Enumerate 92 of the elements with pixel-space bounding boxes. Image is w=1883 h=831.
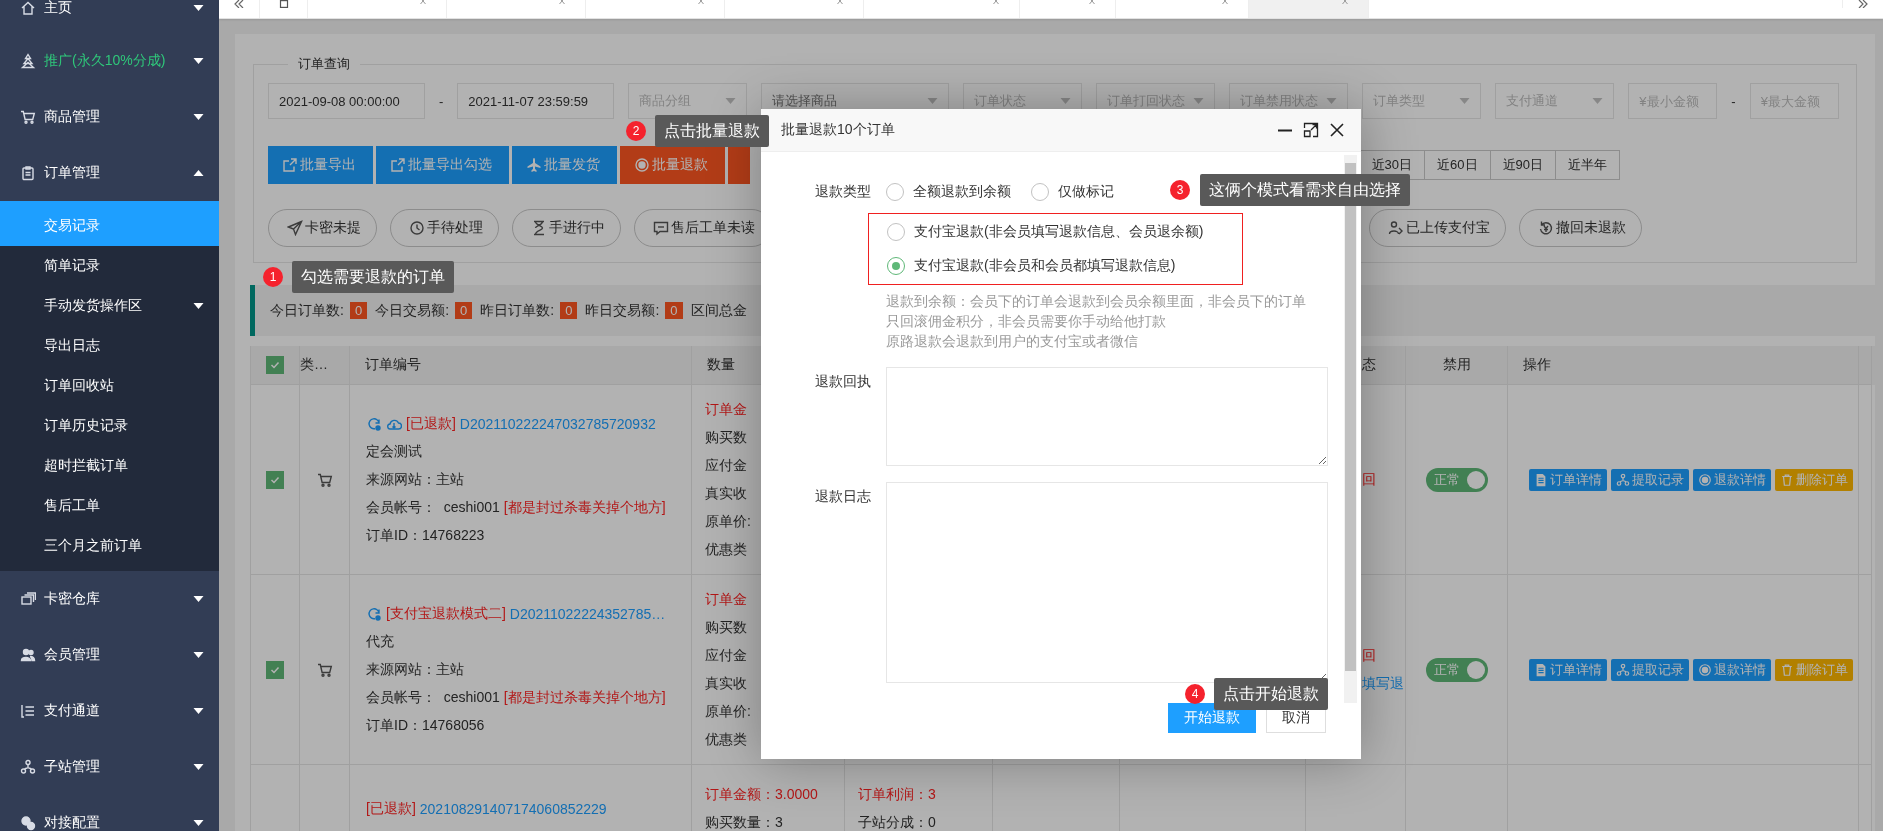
sidebar-subitem[interactable]: 超时拦截订单 xyxy=(0,446,219,486)
sidebar-item[interactable]: 卡密仓库 xyxy=(0,571,219,627)
member-account: 会员帐号： ceshi001 xyxy=(366,498,500,517)
order-id: 订单ID：14768056 xyxy=(366,716,485,735)
stat-label: 区间总金 xyxy=(690,301,747,320)
field-label: 退款日志 xyxy=(814,487,872,506)
radio-option[interactable]: 支付宝退款(非会员填写退款信息、会员退余额) xyxy=(887,218,1242,246)
tooltip: 点击批量退款 xyxy=(655,115,769,147)
sidebar-item[interactable]: 会员管理 xyxy=(0,627,219,683)
amount-text: 真实收 xyxy=(705,674,747,693)
status-text: 填写退 xyxy=(1362,674,1404,693)
amount-text: 应付金 xyxy=(705,646,747,665)
sidebar-subitem[interactable]: 订单历史记录 xyxy=(0,406,219,446)
sidebar-subitem[interactable]: 三个月之前订单 xyxy=(0,526,219,566)
date-field[interactable]: 2021-11-07 23:59:59 xyxy=(457,83,615,119)
column-header: 类… xyxy=(300,356,329,374)
column-header: 操作 xyxy=(1523,356,1552,374)
status-tag: [已退款] xyxy=(406,414,456,433)
stat-label: 今日订单数: xyxy=(270,301,344,320)
stat-label: 昨日订单数: xyxy=(480,301,555,320)
product-name: 代充 xyxy=(366,632,394,651)
profit-text: 订单利润：3 xyxy=(858,786,936,804)
hint-text: 退款到余额：会员下的订单会退款到会员余额里面，非会员下的订单 xyxy=(886,292,1307,311)
range-dash: - xyxy=(439,93,444,109)
order-id: 订单ID：14768223 xyxy=(366,526,485,545)
profit-text: 子站分成：0 xyxy=(858,814,936,831)
amount-text: 真实收 xyxy=(705,484,747,503)
sidebar-item[interactable]: 订单管理 xyxy=(0,145,219,201)
count-badge: 0 xyxy=(560,302,578,319)
filter-chip[interactable]: 已上传支付宝 xyxy=(1369,209,1506,247)
amount-text: 应付金 xyxy=(705,456,747,475)
date-range-button[interactable]: 近60日 xyxy=(1424,150,1491,180)
amount-text: 购买数 xyxy=(705,618,747,637)
amount-text: 购买数 xyxy=(705,428,747,447)
sidebar-subitem[interactable]: 简单记录 xyxy=(0,246,219,286)
source-site: 来源网站：主站 xyxy=(366,660,464,679)
amount-text: 订单金 xyxy=(705,400,747,419)
status-text: 回 xyxy=(1362,470,1376,489)
count-badge: 0 xyxy=(349,302,368,319)
panel-title: 订单查询 xyxy=(297,55,351,73)
date-range-button[interactable]: 近90日 xyxy=(1489,150,1556,180)
filter-chip[interactable]: 手待处理 xyxy=(390,209,499,247)
product-name: 定会测试 xyxy=(366,442,422,461)
hint-text: 原路退款会退款到用户的支付宝或者微信 xyxy=(886,332,1139,351)
amount-text: 原单价: xyxy=(705,702,751,721)
status-tag: [支付宝退款模式二] xyxy=(386,604,506,623)
column-header: 数量 xyxy=(707,356,736,374)
sidebar-item[interactable]: 对接配置 xyxy=(0,795,219,831)
sidebar-item[interactable]: 子站管理 xyxy=(0,739,219,795)
member-note: [都是封过杀毒关掉个地方] xyxy=(503,498,666,517)
amount-text: 订单金额：3.0000 xyxy=(705,786,818,804)
column-header: 禁用 xyxy=(1442,356,1471,374)
radio-option[interactable]: 仅做标记 xyxy=(1031,183,1114,201)
hint-text: 只回滚佣金积分，非会员需要你手动给他打款 xyxy=(886,312,1167,331)
amount-text: 购买数量：3 xyxy=(705,814,783,831)
member-account: 会员帐号： ceshi001 xyxy=(366,688,500,707)
member-note: [都是封过杀毒关掉个地方] xyxy=(503,688,666,707)
amount-text: 优惠类 xyxy=(705,730,747,749)
amount-text: 原单价: xyxy=(705,512,751,531)
status-tag: [已退款] xyxy=(366,800,416,818)
sidebar-subitem[interactable]: 导出日志 xyxy=(0,326,219,366)
date-range-button[interactable]: 近半年 xyxy=(1555,150,1620,180)
radio-option[interactable]: 全额退款到余额 xyxy=(886,183,1011,201)
column-header: 态 xyxy=(1362,356,1377,374)
filter-chip[interactable]: 手进行中 xyxy=(512,209,621,247)
sidebar-item[interactable]: 支付通道 xyxy=(0,683,219,739)
filter-chip[interactable]: 撤回未退款 xyxy=(1519,209,1642,247)
column-header: 订单编号 xyxy=(365,356,422,374)
source-site: 来源网站：主站 xyxy=(366,470,464,489)
sidebar-subitem[interactable]: 手动发货操作区 xyxy=(0,286,219,326)
sidebar-item[interactable]: 主页 xyxy=(0,0,219,33)
count-badge: 0 xyxy=(455,302,473,319)
radio-option[interactable]: 支付宝退款(非会员和会员都填写退款信息) xyxy=(887,252,1242,280)
tooltip: 勾选需要退款的订单 xyxy=(292,261,454,293)
count-badge: 0 xyxy=(665,302,683,319)
tooltip: 点击开始退款 xyxy=(1214,678,1328,710)
status-text: 回 xyxy=(1362,646,1376,665)
sidebar-subitem[interactable]: 售后工单 xyxy=(0,486,219,526)
sidebar-item[interactable]: 商品管理 xyxy=(0,89,219,145)
dialog-title: 批量退款10个订单 xyxy=(781,121,895,139)
amount-text: 订单金 xyxy=(705,590,747,609)
stat-label: 昨日交易额: xyxy=(585,301,660,320)
field-label: 退款回执 xyxy=(814,372,872,391)
date-field[interactable]: 2021-09-08 00:00:00 xyxy=(268,83,425,119)
filter-chip[interactable]: 卡密未提 xyxy=(268,209,377,247)
amount-text: 优惠类 xyxy=(705,540,747,559)
sidebar-item[interactable]: 推广(永久10%分成) xyxy=(0,33,219,89)
tooltip: 这俩个模式看需求自由选择 xyxy=(1200,174,1410,206)
range-dash: - xyxy=(1731,93,1736,109)
sidebar-subitem[interactable]: 订单回收站 xyxy=(0,366,219,406)
field-label: 退款类型 xyxy=(814,182,872,201)
stat-label: 今日交易额: xyxy=(375,301,449,320)
